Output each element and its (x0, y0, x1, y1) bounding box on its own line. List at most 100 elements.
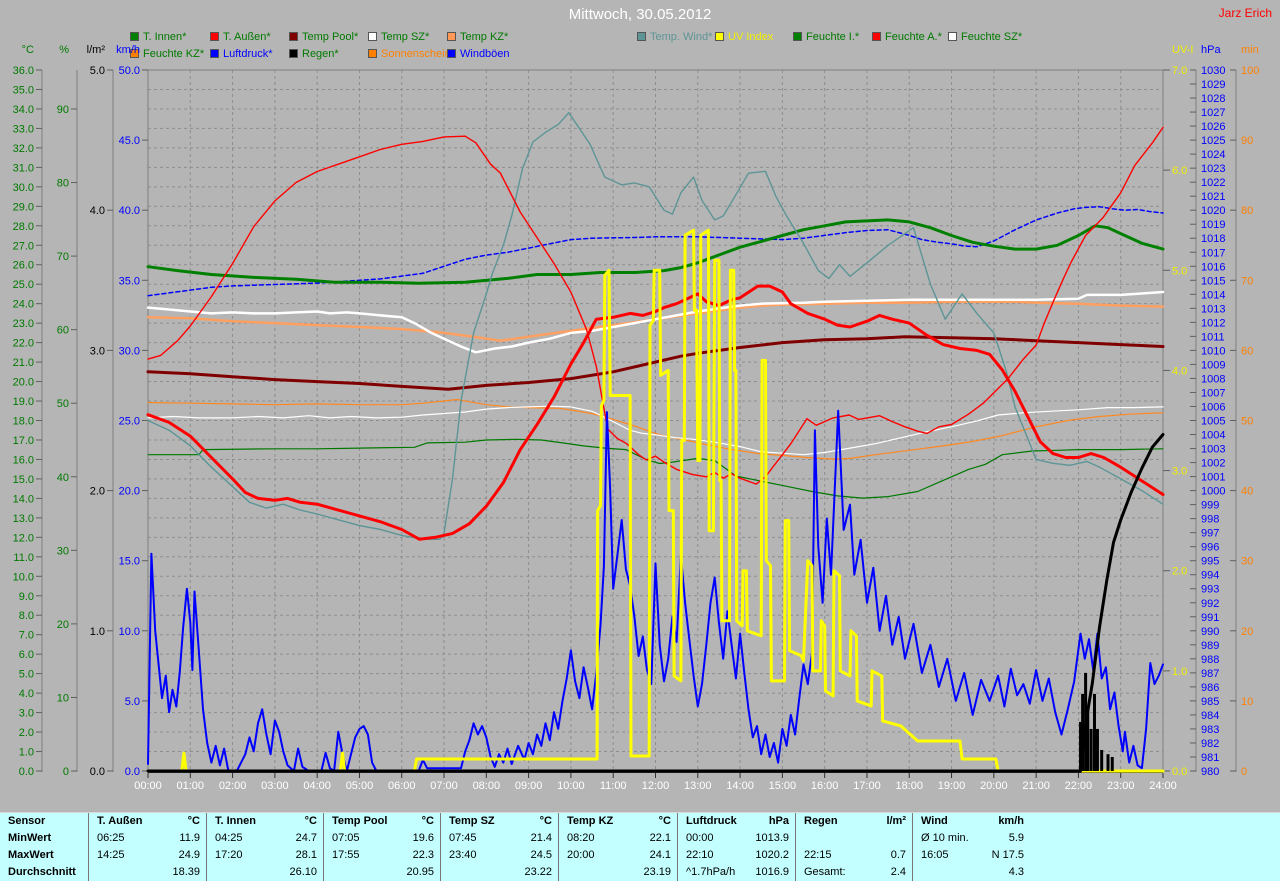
axis-tick-label-wind: 25.0 (119, 416, 140, 428)
table-data-cell: ^1.7hPa/h1016.9 (677, 864, 795, 881)
x-axis-label: 16:00 (811, 780, 839, 792)
table-row-label: Durchschnitt (0, 864, 88, 881)
axis-tick-label-temp: 11.0 (13, 552, 34, 564)
axis-tick-label-hpa: 1021 (1201, 191, 1225, 203)
axis-tick-label-hpa: 997 (1201, 528, 1219, 540)
axis-tick-label-min: 100 (1241, 65, 1259, 77)
axis-tick-label-temp: 28.0 (13, 221, 34, 233)
x-axis-label: 00:00 (134, 780, 162, 792)
axis-tick-label-uv: 7.0 (1172, 65, 1187, 77)
axis-tick-label-hpa: 1006 (1201, 401, 1225, 413)
axis-tick-label-hpa: 1023 (1201, 163, 1225, 175)
axis-tick-label-hpa: 994 (1201, 570, 1219, 582)
cell-value: km/h (998, 813, 1024, 830)
cell-value: hPa (769, 813, 789, 830)
axis-tick-label-temp: 1.0 (19, 747, 34, 759)
x-axis-label: 24:00 (1149, 780, 1177, 792)
table-data-cell: Ø 10 min.5.9 (912, 830, 1030, 847)
axis-tick-label-temp: 14.0 (13, 493, 34, 505)
axis-tick-label-min: 30 (1241, 556, 1253, 568)
cell-text: 22:15 (804, 847, 832, 864)
axis-tick-label-wind: 40.0 (119, 205, 140, 217)
x-axis-label: 18:00 (895, 780, 923, 792)
axis-tick-label-temp: 7.0 (19, 630, 34, 642)
axis-tick-label-temp: 13.0 (13, 513, 34, 525)
axis-tick-label-temp: 25.0 (13, 279, 34, 291)
x-axis-label: 23:00 (1107, 780, 1135, 792)
axis-tick-label-hpa: 1016 (1201, 261, 1225, 273)
axis-header-hum: % (59, 44, 69, 56)
cell-value: 24.9 (179, 847, 200, 864)
axis-tick-label-rain: 2.0 (90, 486, 105, 498)
cell-text: 14:25 (97, 847, 125, 864)
x-axis-label: 10:00 (557, 780, 585, 792)
axis-tick-label-hpa: 1029 (1201, 79, 1225, 91)
cell-text: T. Außen (97, 813, 142, 830)
table-data-cell: 04:2524.7 (206, 830, 323, 847)
axis-tick-label-hpa: 1019 (1201, 219, 1225, 231)
axis-tick-label-uv: 1.0 (1172, 666, 1187, 678)
axis-tick-label-temp: 9.0 (19, 591, 34, 603)
cell-value: l/m² (886, 813, 906, 830)
table-data-cell: 23:4024.5 (440, 847, 558, 864)
axis-header-temp: °C (22, 44, 34, 56)
axis-tick-label-hpa: 1009 (1201, 359, 1225, 371)
cell-text: ^1.7hPa/h (686, 864, 735, 881)
table-col-header-temp-sz: Temp SZ°C (440, 813, 558, 830)
axis-header-hpa: hPa (1201, 44, 1221, 56)
table-data-cell: 17:2028.1 (206, 847, 323, 864)
x-axis-label: 06:00 (388, 780, 416, 792)
cell-value: °C (540, 813, 552, 830)
axis-tick-label-hum: 0 (63, 766, 69, 778)
cell-value: °C (188, 813, 200, 830)
axis-tick-label-min: 90 (1241, 135, 1253, 147)
axis-tick-label-hum: 70 (57, 251, 69, 263)
axis-tick-label-hpa: 1017 (1201, 247, 1225, 259)
table-data-cell: 26.10 (206, 864, 323, 881)
table-col-header-temp-kz: Temp KZ°C (558, 813, 677, 830)
cell-value: 2.4 (891, 864, 906, 881)
axis-tick-label-wind: 50.0 (119, 65, 140, 77)
axis-tick-label-hum: 80 (57, 178, 69, 190)
table-col-header-luftdruck: Luftdruck hPa (677, 813, 795, 830)
axis-tick-label-hpa: 1027 (1201, 107, 1225, 119)
axis-tick-label-temp: 12.0 (13, 532, 34, 544)
table-col-header-t-au-en: T. Außen °C (88, 813, 206, 830)
cell-value: 1020.2 (755, 847, 789, 864)
summary-table: SensorMinWertMaxWertDurchschnittT. Außen… (0, 812, 1280, 881)
x-axis-label: 15:00 (769, 780, 797, 792)
axis-tick-label-hpa: 995 (1201, 556, 1219, 568)
axis-tick-label-rain: 4.0 (90, 205, 105, 217)
cell-text: 17:55 (332, 847, 360, 864)
axis-tick-label-hpa: 1003 (1201, 444, 1225, 456)
x-axis-label: 13:00 (684, 780, 712, 792)
cell-value: °C (305, 813, 317, 830)
axis-tick-label-temp: 16.0 (13, 454, 34, 466)
axis-tick-label-hum: 50 (57, 398, 69, 410)
table-data-cell: 08:2022.1 (558, 830, 677, 847)
table-col-header-temp-pool: Temp Pool°C (323, 813, 440, 830)
cell-value: 26.10 (289, 864, 317, 881)
axis-tick-label-temp: 2.0 (19, 727, 34, 739)
axis-tick-label-wind: 5.0 (125, 696, 140, 708)
cell-value: °C (422, 813, 434, 830)
cell-value: 21.4 (531, 830, 552, 847)
axis-tick-label-hpa: 1024 (1201, 149, 1225, 161)
table-data-cell: 07:4521.4 (440, 830, 558, 847)
cell-text: Luftdruck (686, 813, 737, 830)
axis-tick-label-hum: 40 (57, 472, 69, 484)
cell-value: 23.22 (524, 864, 552, 881)
table-data-cell: 16:05N 17.5 (912, 847, 1030, 864)
axis-tick-label-hum: 10 (57, 692, 69, 704)
weather-chart: °C36.035.034.033.032.031.030.029.028.027… (0, 0, 1280, 806)
table-col-header-wind: Windkm/h (912, 813, 1030, 830)
axis-tick-label-temp: 35.0 (13, 84, 34, 96)
axis-tick-label-temp: 21.0 (13, 357, 34, 369)
axis-tick-label-rain: 5.0 (90, 65, 105, 77)
x-axis-label: 12:00 (642, 780, 670, 792)
axis-tick-label-wind: 15.0 (119, 556, 140, 568)
axis-tick-label-hpa: 989 (1201, 640, 1219, 652)
axis-tick-label-hpa: 1005 (1201, 416, 1225, 428)
cell-text: Gesamt: (804, 864, 846, 881)
table-data-cell: 22:150.7 (795, 847, 912, 864)
